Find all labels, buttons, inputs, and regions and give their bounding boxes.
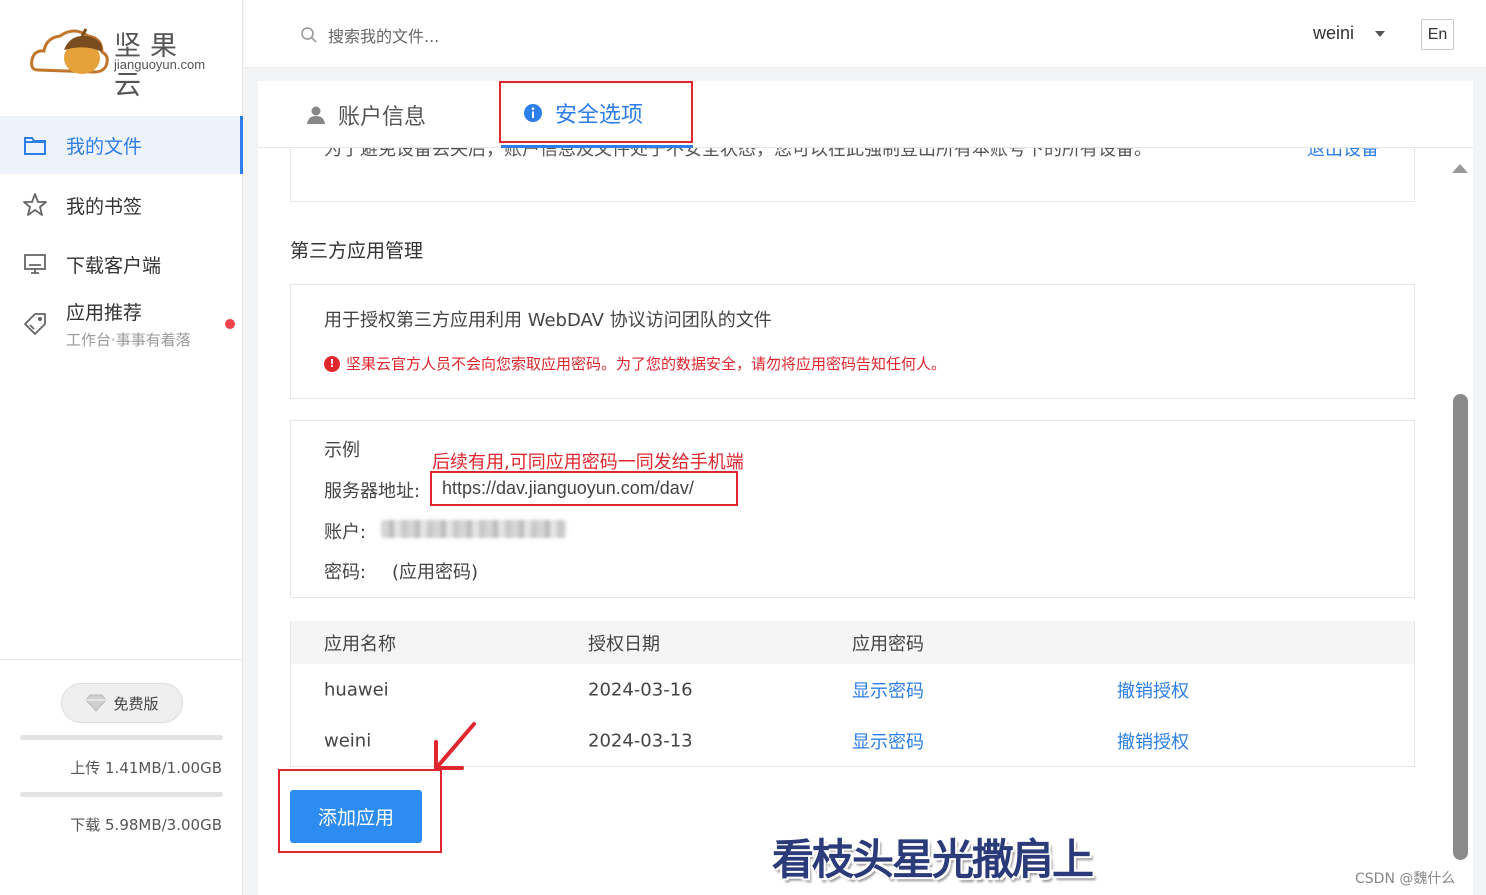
sidebar: 坚果云 jianguoyun.com 我的文件 我的书签 下载客户端 应用推荐 … — [0, 0, 243, 895]
sidebar-item-label: 我的书签 — [66, 195, 143, 218]
download-quota-text: 下载 5.98MB/3.00GB — [70, 816, 222, 834]
section-title: 第三方应用管理 — [290, 240, 424, 262]
sidebar-item-download-client[interactable]: 下载客户端 — [0, 235, 243, 293]
top-header: weini En — [244, 0, 1486, 68]
table-row: huawei 2024-03-16 显示密码 撤销授权 — [291, 664, 1414, 715]
show-password-link[interactable]: 显示密码 — [852, 728, 924, 754]
caption-overlay: 看枝头星光撒肩上 — [772, 835, 1094, 884]
user-icon — [307, 106, 325, 124]
plan-label: 免费版 — [113, 694, 159, 713]
revoke-auth-link[interactable]: 撤销授权 — [1117, 677, 1189, 703]
plan-badge[interactable]: 免费版 — [61, 683, 183, 723]
tab-label: 安全选项 — [555, 103, 644, 128]
tab-label: 账户信息 — [338, 104, 427, 130]
monitor-icon — [24, 254, 46, 274]
main-panel: 账户信息 安全选项 为了避免设备丢失后，账户信息及文件处于不安全状态，您可以在此… — [258, 81, 1473, 895]
webdav-info-box: 用于授权第三方应用利用 WebDAV 协议访问团队的文件 ! 坚果云官方人员不会… — [290, 284, 1415, 399]
username[interactable]: weini — [1313, 23, 1354, 44]
sidebar-item-bookmarks[interactable]: 我的书签 — [0, 176, 243, 234]
alert-icon: ! — [324, 355, 340, 372]
sidebar-item-label: 我的文件 — [66, 135, 143, 158]
auth-date: 2024-03-13 — [588, 730, 693, 751]
download-quota-bar — [20, 792, 223, 797]
sidebar-item-sublabel: 工作台·事事有着落 — [66, 331, 191, 349]
server-url: https://dav.jianguoyun.com/dav/ — [442, 478, 694, 498]
scroll-up-arrow-icon[interactable] — [1452, 164, 1468, 173]
language-toggle-button[interactable]: En — [1421, 19, 1454, 50]
auth-date: 2024-03-16 — [588, 679, 693, 700]
sidebar-item-my-files[interactable]: 我的文件 — [0, 116, 243, 174]
app-name: huawei — [324, 679, 389, 700]
show-password-link[interactable]: 显示密码 — [852, 677, 924, 703]
revoke-auth-link[interactable]: 撤销授权 — [1117, 728, 1189, 754]
tag-icon — [24, 313, 46, 335]
divider — [0, 659, 243, 660]
upload-quota-text: 上传 1.41MB/1.00GB — [70, 759, 222, 777]
acorn-logo-icon — [30, 28, 109, 74]
annotation-arrow-icon — [434, 722, 476, 770]
example-box: 示例 后续有用,可同应用密码一同发给手机端 服务器地址: https://dav… — [290, 420, 1415, 598]
blurred-account-value — [381, 520, 566, 538]
account-label: 账户: — [324, 522, 367, 543]
logo-domain: jianguoyun.com — [114, 57, 206, 72]
upload-quota-bar — [20, 735, 223, 740]
server-address-label: 服务器地址: — [324, 481, 421, 502]
password-value: (应用密码) — [392, 562, 479, 583]
example-title: 示例 — [324, 440, 360, 461]
tab-security-options[interactable]: 安全选项 — [501, 81, 693, 148]
add-app-button[interactable]: 添加应用 — [290, 790, 422, 843]
search-icon — [301, 27, 317, 43]
scrollbar-thumb[interactable] — [1453, 394, 1468, 860]
search-input[interactable] — [328, 22, 728, 50]
star-icon — [23, 193, 47, 216]
chevron-down-icon[interactable] — [1375, 31, 1385, 37]
warning-text: 坚果云官方人员不会向您索取应用密码。为了您的数据安全，请勿将应用密码告知任何人。 — [346, 355, 947, 373]
app-name: weini — [324, 730, 372, 751]
tab-bar: 账户信息 安全选项 — [258, 81, 1473, 148]
column-header-auth-date: 授权日期 — [588, 633, 660, 655]
credit-watermark: CSDN @魏什么 — [1355, 871, 1456, 887]
content-scroll-area: 为了避免设备丢失后，账户信息及文件处于不安全状态，您可以在此强制登出所有本账号下… — [258, 128, 1473, 895]
annotation-note: 后续有用,可同应用密码一同发给手机端 — [432, 452, 744, 473]
sidebar-item-label: 下载客户端 — [66, 254, 162, 277]
password-label: 密码: — [324, 562, 367, 583]
webdav-description: 用于授权第三方应用利用 WebDAV 协议访问团队的文件 — [324, 310, 772, 331]
sidebar-item-label: 应用推荐 — [66, 302, 143, 324]
info-icon — [524, 104, 542, 122]
table-header: 应用名称 授权日期 应用密码 — [291, 621, 1414, 664]
column-header-app-password: 应用密码 — [852, 633, 924, 655]
security-warning: ! 坚果云官方人员不会向您索取应用密码。为了您的数据安全，请勿将应用密码告知任何… — [324, 353, 946, 374]
tab-account-info[interactable]: 账户信息 — [306, 81, 426, 148]
diamond-icon — [85, 694, 108, 712]
column-header-app-name: 应用名称 — [324, 633, 396, 655]
logo[interactable]: 坚果云 jianguoyun.com — [30, 20, 220, 101]
sidebar-item-app-recommend[interactable]: 应用推荐 工作台·事事有着落 — [0, 296, 243, 352]
folder-icon — [24, 137, 46, 155]
notification-dot — [225, 319, 235, 329]
